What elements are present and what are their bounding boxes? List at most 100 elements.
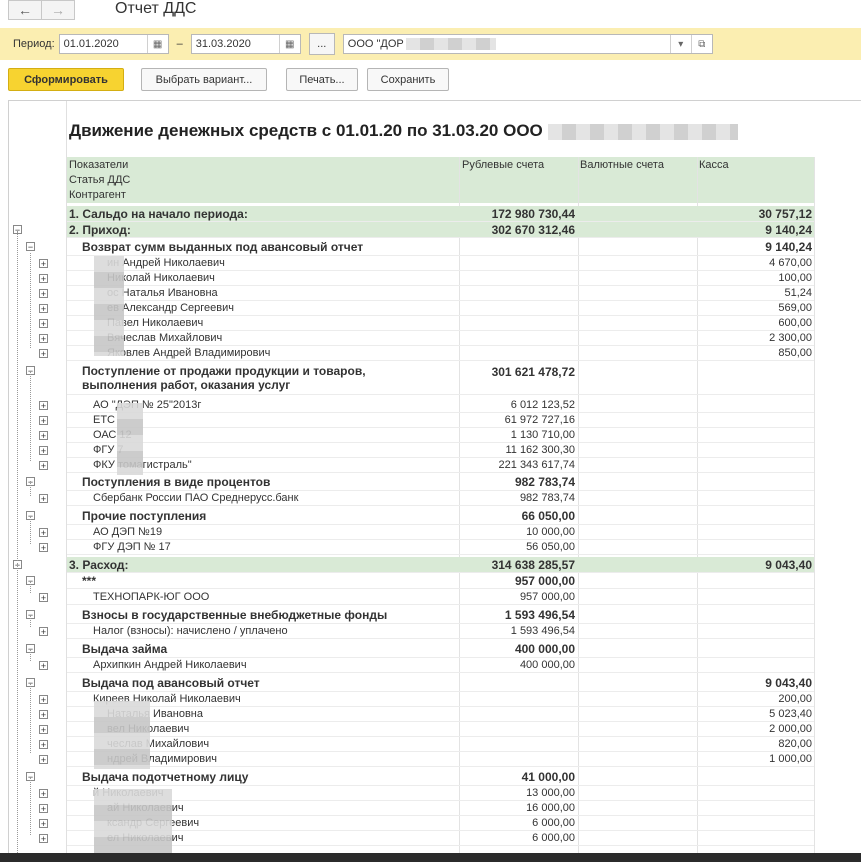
expand-plus-icon[interactable]: + (39, 627, 48, 637)
kassa-value: 569,00 (778, 302, 812, 314)
date-from-value: 01.01.2020 (63, 38, 119, 50)
expand-plus-icon[interactable]: + (39, 461, 48, 471)
table-row: Наталья Ивановна 5 023,40 (67, 707, 814, 722)
row-label: ФГУ ДЭП № 17 (93, 541, 171, 553)
expand-plus-icon[interactable]: + (39, 431, 48, 441)
rub-value: 1 130 710,00 (510, 429, 575, 441)
tree-line (17, 231, 19, 561)
row-label: Поступления в виде процентов (82, 475, 271, 489)
date-to-field[interactable]: 31.03.2020 ▦ (190, 34, 301, 54)
expand-plus-icon[interactable]: + (39, 819, 48, 829)
choose-variant-button[interactable]: Выбрать вариант... (141, 68, 267, 91)
row-label: Выдача под авансовый отчет (82, 676, 260, 690)
expand-plus-icon[interactable]: + (39, 319, 48, 329)
redaction-patch (94, 789, 172, 855)
expand-plus-icon[interactable]: + (39, 725, 48, 735)
period-bar: Период: 01.01.2020 ▦ – 31.03.2020 ▦ ... … (0, 28, 861, 60)
window-title: Отчет ДДС (115, 0, 197, 17)
expand-plus-icon[interactable]: + (39, 289, 48, 299)
rub-value: 66 050,00 (521, 509, 575, 523)
expand-plus-icon[interactable]: + (39, 710, 48, 720)
rub-value: 6 012 123,52 (510, 399, 575, 411)
table-group-row: 1. Сальдо на начало периода: 172 980 730,… (67, 206, 814, 222)
table-row: Налог (взносы): начислено / уплачено 1 59… (67, 624, 814, 639)
kassa-value: 5 023,40 (769, 708, 812, 720)
rub-value: 314 638 285,57 (491, 558, 575, 572)
expand-plus-icon[interactable]: + (39, 740, 48, 750)
rub-value: 16 000,00 (526, 802, 575, 814)
rub-value: 301 621 478,72 (491, 365, 575, 379)
rub-value: 6 000,00 (532, 832, 575, 844)
report-area: Движение денежных средств с 01.01.20 по … (8, 100, 861, 862)
collapse-minus-icon[interactable]: − (26, 242, 35, 252)
calendar-icon[interactable]: ▦ (146, 35, 168, 53)
expand-plus-icon[interactable]: + (39, 446, 48, 456)
rub-value: 11 162 300,30 (505, 444, 575, 456)
save-button[interactable]: Сохранить (367, 68, 449, 91)
forward-arrow-icon[interactable]: → (42, 0, 75, 20)
period-select-button[interactable]: ... (308, 33, 335, 55)
tree-line (30, 481, 32, 496)
row-label: Вячеслав Михайлович (107, 332, 223, 344)
table-row: вел Николаевич2 000,00 (67, 722, 814, 737)
table-row: Павел Николаевич 600,00 (67, 316, 814, 331)
table-group-row: Выдача под авансовый отчет 9 043,40 (67, 675, 814, 692)
organization-field[interactable]: ООО "ДОР ▾ ⧉ (342, 34, 713, 54)
row-label: Яковлев Андрей Владимирович (107, 347, 271, 359)
expand-plus-icon[interactable]: + (39, 528, 48, 538)
table-row: ин Андрей Николаевич 4 670,00 (67, 256, 814, 271)
expand-plus-icon[interactable]: + (39, 334, 48, 344)
rub-value: 172 980 730,44 (491, 207, 575, 221)
expand-plus-icon[interactable]: + (39, 593, 48, 603)
kassa-value: 30 757,12 (758, 207, 812, 221)
table-row: чеслав Михайлович 820,00 (67, 737, 814, 752)
table-group-row: Поступления в виде процентов 982 783,74 (67, 474, 814, 491)
row-label: Поступление от продажи продукции и товар… (82, 364, 366, 392)
table-row: ай Николаевич16 000,00 (67, 801, 814, 816)
expand-plus-icon[interactable]: + (39, 304, 48, 314)
table-row: ос Наталья Ивановна 51,24 (67, 286, 814, 301)
chevron-down-icon[interactable]: ▾ (669, 35, 691, 53)
date-from-field[interactable]: 01.01.2020 ▦ (58, 34, 169, 54)
expand-plus-icon[interactable]: + (39, 274, 48, 284)
table-row: Вячеслав Михайлович 2 300,00 (67, 331, 814, 346)
tree-line (30, 615, 32, 627)
back-arrow-icon[interactable]: ← (8, 0, 42, 20)
expand-plus-icon[interactable]: + (39, 661, 48, 671)
expand-plus-icon[interactable]: + (39, 695, 48, 705)
rub-value: 221 343 617,74 (498, 459, 575, 471)
expand-plus-icon[interactable]: + (39, 259, 48, 269)
expand-plus-icon[interactable]: + (39, 789, 48, 799)
row-label: Архипкин Андрей Николаевич (93, 659, 247, 671)
expand-plus-icon[interactable]: + (39, 349, 48, 359)
kassa-value: 9 140,24 (765, 240, 812, 254)
expand-plus-icon[interactable]: + (39, 834, 48, 844)
row-label: АО ДЭП №19 (93, 526, 163, 538)
rub-value: 982 783,74 (519, 492, 575, 504)
row-label: Выдача подотчетному лицу (82, 770, 249, 784)
header-statya: Статья ДДС (69, 174, 131, 186)
kassa-value: 100,00 (778, 272, 812, 284)
rub-value: 56 050,00 (526, 541, 575, 553)
generate-button[interactable]: Сформировать (8, 68, 124, 91)
expand-plus-icon[interactable]: + (39, 804, 48, 814)
row-label: Сбербанк России ПАО Среднерусс.банк (93, 492, 299, 504)
expand-plus-icon[interactable]: + (39, 401, 48, 411)
organization-value: ООО "ДОР (344, 38, 670, 51)
open-icon[interactable]: ⧉ (690, 35, 712, 53)
table-row: ФКУ томагистраль" 221 343 617,74 (67, 458, 814, 473)
expand-plus-icon[interactable]: + (39, 543, 48, 553)
expand-plus-icon[interactable]: + (39, 416, 48, 426)
table-group-row: Возврат сумм выданных под авансовый отче… (67, 239, 814, 256)
table-row: Киреев Николай Николаевич 200,00 (67, 692, 814, 707)
row-label: ТЕХНОПАРК-ЮГ ООО (93, 591, 210, 603)
expand-plus-icon[interactable]: + (39, 755, 48, 765)
table-row: АО "ДЭП № 25"2013г 6 012 123,52 (67, 398, 814, 413)
table-row: Архипкин Андрей Николаевич 400 000,00 (67, 658, 814, 673)
calendar-icon[interactable]: ▦ (278, 35, 300, 53)
rub-value: 957 000,00 (519, 591, 575, 603)
print-button[interactable]: Печать... (286, 68, 358, 91)
expand-plus-icon[interactable]: + (39, 494, 48, 504)
kassa-value: 200,00 (778, 693, 812, 705)
header-rub: Рублевые счета (462, 159, 545, 171)
